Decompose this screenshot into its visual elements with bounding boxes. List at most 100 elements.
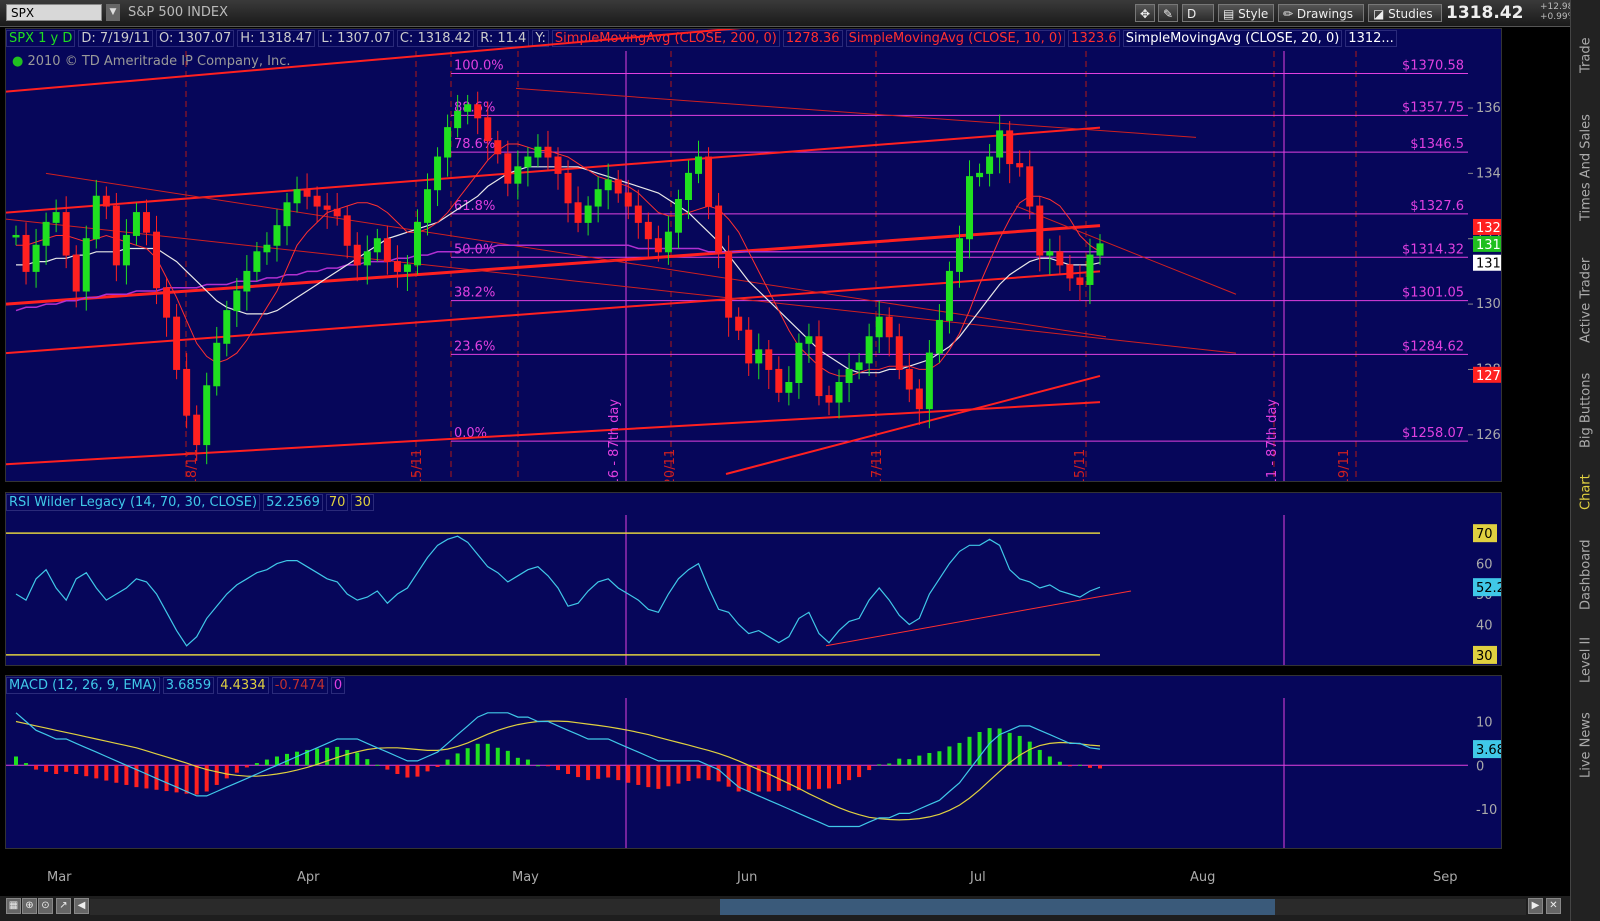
macd-histogram-bar	[54, 765, 59, 774]
scroll-left-icon[interactable]: ◀	[74, 898, 89, 914]
candle-body	[674, 199, 682, 233]
macd-histogram-bar	[74, 765, 79, 774]
y-tick-label: 10	[1476, 716, 1493, 731]
fib-price-label: $1314.32	[1402, 242, 1464, 257]
macd-histogram-bar	[525, 759, 530, 766]
price-tag-label: 1318.42	[1476, 238, 1501, 253]
candle-body	[142, 212, 150, 233]
candle-body	[1066, 264, 1074, 279]
candle-body	[283, 202, 291, 227]
macd-histogram-bar	[274, 756, 279, 766]
draw-tool-icon[interactable]: ✎	[1158, 4, 1178, 22]
macd-histogram-bar	[485, 743, 490, 766]
macd-histogram-bar	[907, 759, 912, 766]
candle-body	[454, 110, 462, 129]
candle-body	[715, 205, 723, 253]
aggregation-button[interactable]: D	[1182, 4, 1214, 22]
fib-price-label: $1327.6	[1410, 199, 1464, 214]
fib-pct-label: 50.0%	[454, 242, 495, 257]
y-tick-label: 1300	[1476, 297, 1501, 312]
candle-body	[62, 212, 70, 256]
candle-body	[434, 156, 442, 191]
tab-dashboard[interactable]: Dashboard	[1573, 530, 1599, 620]
candle-body	[624, 192, 632, 207]
candle-body	[1076, 277, 1084, 285]
candle-body	[584, 205, 592, 223]
macd-histogram-bar	[796, 765, 801, 791]
price-tag-label: 1323.6	[1476, 221, 1501, 236]
candle-body	[102, 195, 110, 207]
candle-body	[42, 221, 50, 246]
macd-histogram-bar	[44, 765, 49, 772]
macd-histogram-bar	[325, 747, 330, 766]
fit-icon[interactable]: ✕	[1546, 898, 1561, 914]
macd-histogram-bar	[14, 756, 18, 766]
symbol-input[interactable]: SPX	[6, 4, 102, 21]
candle-body	[293, 189, 301, 204]
date-annotation: 3/18/11	[185, 449, 200, 481]
macd-panel[interactable]: MACD (12, 26, 9, EMA) 3.6859 4.4334 -0.7474…	[5, 675, 1502, 849]
date-annotation: 5/20/11	[663, 449, 678, 481]
rsi-panel[interactable]: RSI Wilder Legacy (14, 70, 30, CLOSE) 52.…	[5, 492, 1502, 666]
macd-histogram-bar	[676, 765, 681, 784]
tab-trade[interactable]: Trade	[1573, 20, 1599, 90]
tab-live-news[interactable]: Live News	[1573, 700, 1599, 790]
pan-icon[interactable]: ↗	[56, 898, 71, 914]
symbol-dropdown-icon[interactable]: ▼	[106, 4, 120, 21]
macd-histogram-bar	[1007, 732, 1012, 766]
y-tick-label: -10	[1476, 803, 1497, 818]
candle-body	[544, 146, 552, 158]
tab-big-buttons[interactable]: Big Buttons	[1573, 360, 1599, 460]
candle-body	[915, 388, 923, 410]
candle-body	[1056, 251, 1064, 266]
macd-histogram-bar	[24, 763, 29, 766]
candle-body	[745, 329, 753, 364]
y-tick-label: 40	[1476, 618, 1493, 633]
macd-histogram-bar	[596, 765, 601, 779]
tab-level-ii[interactable]: Level II	[1573, 625, 1599, 695]
zoom-out-icon[interactable]: ▦	[6, 898, 21, 914]
crosshair-tool-icon[interactable]: ✥	[1135, 4, 1155, 22]
macd-histogram-bar	[887, 763, 892, 766]
candle-body	[313, 195, 321, 207]
y-tick-label: 1260	[1476, 428, 1501, 443]
x-label: Mar	[47, 870, 72, 885]
candle-body	[223, 310, 231, 344]
candle-body	[52, 212, 60, 223]
candle-body	[12, 234, 20, 238]
zoom-in-icon[interactable]: ⊕	[22, 898, 37, 914]
candle-body	[1006, 130, 1014, 165]
macd-histogram-bar	[1077, 764, 1082, 766]
x-axis: Mar Apr May Jun Jul Aug Sep	[5, 870, 1500, 890]
macd-histogram-bar	[114, 765, 119, 783]
scroll-right-icon[interactable]: ▶	[1528, 898, 1543, 914]
macd-histogram-bar	[124, 765, 129, 785]
candle-body	[153, 231, 161, 289]
macd-histogram-bar	[927, 753, 932, 766]
tab-times-and-sales[interactable]: Times And Sales	[1573, 100, 1599, 235]
candle-body	[72, 254, 80, 292]
tab-chart[interactable]: Chart	[1573, 465, 1599, 520]
style-button[interactable]: ▤ Style	[1218, 4, 1274, 22]
macd-histogram-bar	[1037, 749, 1042, 766]
tab-active-trader[interactable]: Active Trader	[1573, 245, 1599, 355]
candle-body	[253, 251, 261, 272]
macd-histogram-bar	[1047, 756, 1052, 766]
macd-last-label: 3.6859	[1476, 743, 1501, 758]
magnify-icon[interactable]: ⊙	[38, 898, 53, 914]
studies-icon: ◪	[1373, 7, 1389, 21]
macd-histogram-bar	[1027, 741, 1032, 766]
macd-histogram-bar	[726, 765, 731, 787]
candle-body	[494, 140, 502, 155]
candle-body	[955, 238, 963, 272]
date-annotation: 5/16 - 87th day	[607, 399, 622, 481]
y-tick-label: 0	[1476, 759, 1484, 774]
scrollbar-thumb[interactable]	[720, 899, 1275, 915]
fib-price-label: $1370.58	[1402, 58, 1464, 73]
price-panel[interactable]: SPX 1 y D D: 7/19/11 O: 1307.07 H: 1318.47 L…	[5, 28, 1502, 482]
candle-body	[132, 212, 140, 236]
candle-body	[1046, 251, 1054, 256]
studies-button[interactable]: ◪ Studies	[1368, 4, 1442, 22]
drawings-button[interactable]: ✏ Drawings	[1278, 4, 1364, 22]
macd-histogram-bar	[355, 752, 360, 766]
